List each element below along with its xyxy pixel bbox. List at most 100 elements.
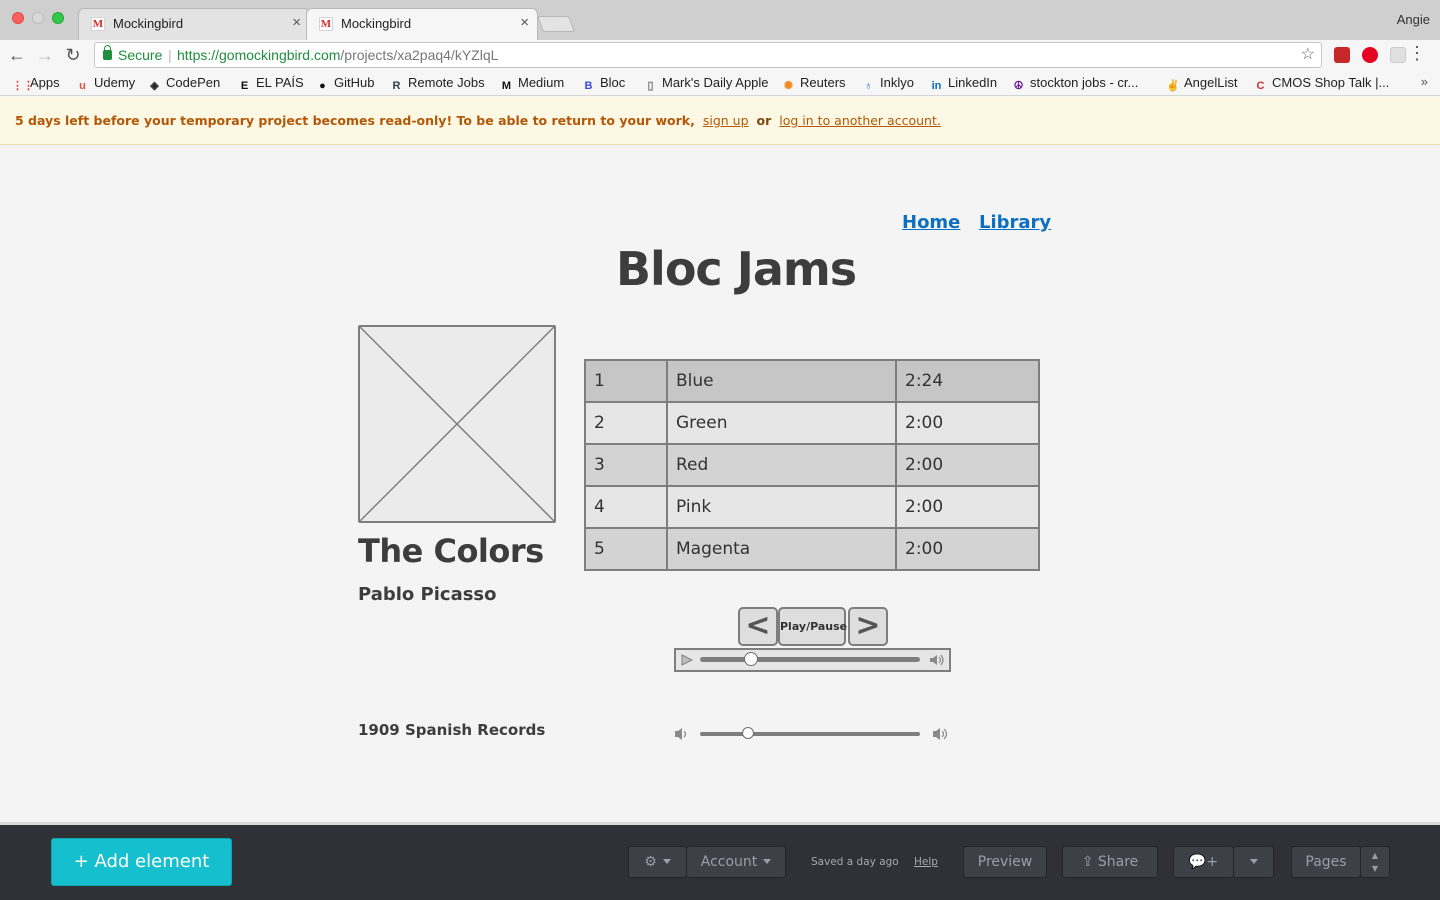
browser-menu-icon[interactable]: ⋮: [1408, 43, 1426, 64]
seek-track[interactable]: [700, 657, 920, 662]
song-title: Blue: [666, 359, 897, 403]
browser-tab-1[interactable]: M Mockingbird ×: [78, 8, 310, 40]
sign-up-link[interactable]: sign up: [703, 113, 749, 128]
stepper-up-icon[interactable]: ▲: [1372, 851, 1378, 860]
bookmark-item[interactable]: ◈ CodePen: [148, 75, 220, 93]
album-title: The Colors: [358, 532, 544, 570]
extension-grid-icon[interactable]: [1390, 47, 1406, 63]
bookmark-label: Apps: [30, 75, 60, 90]
bookmark-item[interactable]: B Bloc: [582, 75, 626, 93]
pages-button[interactable]: Pages: [1291, 846, 1361, 878]
song-row[interactable]: 1 Blue 2:24: [584, 359, 1040, 403]
album-cover-image-placeholder[interactable]: [358, 325, 556, 523]
reload-icon[interactable]: ↻: [62, 44, 84, 66]
wireframe-canvas[interactable]: Home Library Bloc Jams The Colors Pablo …: [0, 146, 1440, 822]
reuters-icon: ✺: [783, 80, 794, 92]
add-comment-button[interactable]: 💬+: [1173, 846, 1234, 878]
pages-stepper[interactable]: ▲ ▼: [1360, 846, 1390, 878]
url-text: https://gomockingbird.com/projects/xa2pa…: [177, 43, 498, 67]
saved-status: Saved a day ago: [811, 856, 899, 868]
maximize-window-button[interactable]: [52, 12, 64, 24]
volume-track[interactable]: [700, 732, 920, 736]
minimize-window-button[interactable]: [32, 12, 44, 24]
lock-icon: [103, 45, 112, 60]
bookmarks-overflow-icon[interactable]: »: [1421, 74, 1428, 89]
bookmark-star-icon[interactable]: ☆: [1301, 43, 1315, 67]
song-duration: 2:00: [895, 485, 1040, 529]
song-row[interactable]: 4 Pink 2:00: [584, 485, 1040, 529]
forward-arrow-icon[interactable]: →: [34, 44, 56, 66]
linkedin-icon: in: [931, 80, 942, 92]
bookmark-item[interactable]: ♁ Inklyo: [862, 75, 914, 93]
settings-dropdown-button[interactable]: ⚙: [628, 846, 687, 878]
song-row[interactable]: 2 Green 2:00: [584, 401, 1040, 445]
tab-close-icon[interactable]: ×: [520, 14, 529, 31]
bookmark-label: LinkedIn: [948, 75, 998, 90]
github-icon: ●: [319, 80, 326, 92]
bookmark-item[interactable]: u Udemy: [76, 75, 135, 93]
bookmark-item[interactable]: C CMOS Shop Talk |...: [1254, 75, 1390, 93]
back-arrow-icon[interactable]: ←: [6, 44, 28, 66]
song-title: Magenta: [666, 527, 897, 571]
read-only-warning-banner: 5 days left before your temporary projec…: [0, 97, 1440, 145]
log-in-link[interactable]: log in to another account.: [779, 113, 941, 128]
play-pause-button[interactable]: Play/Pause: [778, 607, 847, 646]
bookmark-item[interactable]: E EL PAÍS: [238, 75, 304, 93]
tab-title: Mockingbird: [341, 16, 412, 31]
volume-high-icon: [930, 654, 944, 666]
secure-label: Secure: [118, 47, 163, 63]
song-number: 4: [584, 485, 668, 529]
new-tab-button[interactable]: [537, 16, 575, 32]
bookmark-item[interactable]: ▯ Mark's Daily Apple: [644, 75, 769, 93]
bookmarks-bar: ⋮⋮Apps u Udemy ◈ CodePen E EL PAÍS ● GitHub R Remo…: [0, 70, 1440, 96]
tab-close-icon[interactable]: ×: [292, 14, 301, 31]
previous-button[interactable]: <: [738, 607, 778, 646]
song-row[interactable]: 3 Red 2:00: [584, 443, 1040, 487]
next-button[interactable]: >: [848, 607, 888, 646]
seek-bar-player[interactable]: [674, 648, 951, 672]
profile-name[interactable]: Angie: [1397, 12, 1430, 27]
browser-tab-2-active[interactable]: M Mockingbird ×: [306, 8, 538, 40]
song-number: 1: [584, 359, 668, 403]
help-link[interactable]: Help: [914, 856, 938, 868]
bookmark-item[interactable]: in LinkedIn: [930, 75, 998, 93]
bookmark-label: Udemy: [94, 75, 136, 90]
play-icon[interactable]: [681, 654, 693, 666]
bookmark-label: Mark's Daily Apple: [662, 75, 769, 90]
extension-save-icon[interactable]: [1334, 47, 1350, 63]
bookmark-item[interactable]: ⋮⋮Apps: [12, 75, 60, 93]
browser-toolbar: ← → ↻ Secure | https://gomockingbird.com…: [0, 40, 1440, 70]
pinterest-extension-icon[interactable]: [1362, 47, 1378, 63]
volume-thumb[interactable]: [742, 727, 755, 739]
volume-control[interactable]: [674, 726, 952, 742]
nav-home-link[interactable]: Home: [902, 212, 960, 233]
bookmark-item[interactable]: M Medium: [500, 75, 564, 93]
bookmark-item[interactable]: R Remote Jobs: [390, 75, 485, 93]
bookmark-item[interactable]: ✌ AngelList: [1166, 75, 1237, 93]
preview-button[interactable]: Preview: [963, 846, 1047, 878]
comments-dropdown-button[interactable]: [1233, 846, 1274, 878]
browser-titlebar: M Mockingbird × M Mockingbird × Angie: [0, 0, 1440, 40]
bookmark-item[interactable]: ✺ Reuters: [782, 75, 846, 93]
add-element-button[interactable]: + Add element: [51, 838, 232, 886]
bookmark-item[interactable]: ☮ stockton jobs - cr...: [1012, 75, 1139, 93]
song-list-table[interactable]: 1 Blue 2:24 2 Green 2:00 3 Red 2:00 4 Pink 2:00 5 Mag…: [584, 359, 1040, 571]
seek-thumb[interactable]: [743, 652, 758, 666]
app-title: Bloc Jams: [616, 242, 857, 296]
gear-icon: ⚙: [644, 854, 657, 870]
song-title: Green: [666, 401, 897, 445]
nav-library-link[interactable]: Library: [979, 212, 1051, 233]
bookmark-label: Bloc: [600, 75, 626, 90]
song-duration: 2:00: [895, 401, 1040, 445]
chevron-down-icon: [662, 859, 671, 864]
mockingbird-favicon-icon: M: [319, 17, 333, 31]
song-number: 2: [584, 401, 668, 445]
address-bar[interactable]: Secure | https://gomockingbird.com/proje…: [94, 42, 1322, 68]
share-button[interactable]: ⇪ Share: [1062, 846, 1158, 878]
stepper-down-icon[interactable]: ▼: [1372, 864, 1378, 873]
close-window-button[interactable]: [12, 12, 24, 24]
song-row[interactable]: 5 Magenta 2:00: [584, 527, 1040, 571]
account-label: Account: [700, 854, 758, 870]
account-dropdown-button[interactable]: Account: [686, 846, 786, 878]
bookmark-item[interactable]: ● GitHub: [316, 75, 374, 93]
